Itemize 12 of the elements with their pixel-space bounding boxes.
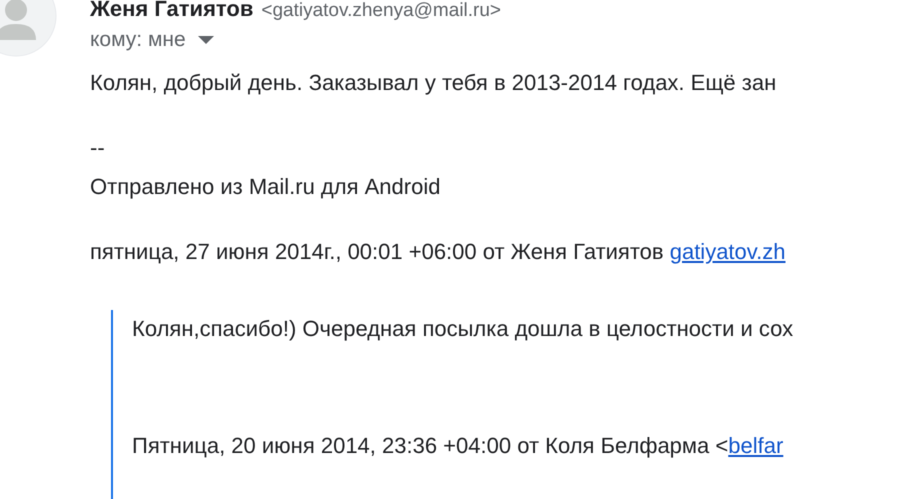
sender-email: <gatiyatov.zhenya@mail.ru>: [261, 0, 502, 22]
email-link[interactable]: belfar: [728, 433, 784, 458]
message-text: Колян, добрый день. Заказывал у тебя в 2013-2014 годах. Ещё зан: [90, 70, 778, 96]
recipient-label: кому: мне: [90, 28, 186, 52]
reply-header: Пятница, 20 июня 2014, 23:36 +04:00 от Коля Белфарма <belfar: [132, 433, 784, 459]
sender-name: Женя Гатиятов: [90, 0, 254, 22]
signature-text: Отправлено из Mail.ru для Android: [90, 174, 442, 200]
caret-icon[interactable]: [198, 36, 214, 44]
signature-separator: --: [90, 135, 106, 161]
quoted-text: Колян,спасибо!) Очередная посылка дошла в целостности и сох: [132, 316, 794, 342]
reply-header: пятница, 27 июня 2014г., 00:01 +06:00 от Женя Гатиятов gatiyatov.zh: [90, 239, 786, 265]
email-link[interactable]: gatiyatov.zh: [670, 239, 786, 264]
